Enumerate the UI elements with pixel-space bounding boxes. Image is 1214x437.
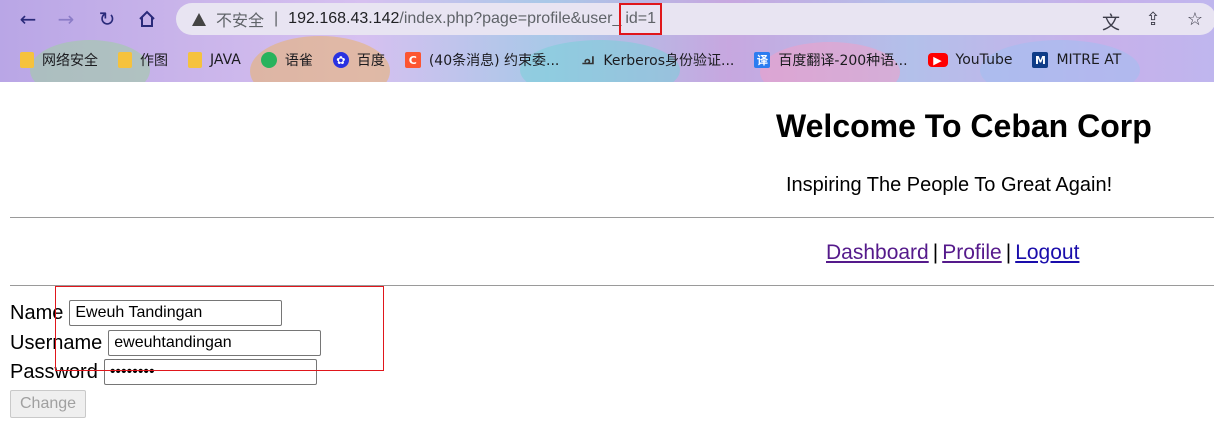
bookmark-item[interactable]: JAVA: [188, 52, 241, 68]
bookmark-item[interactable]: ▶ YouTube: [927, 52, 1013, 68]
omnibox-actions: 文 ⇪ ☆: [1100, 9, 1206, 35]
page-tagline: Inspiring The People To Great Again!: [786, 174, 1113, 196]
bookmarks-bar: 网络安全 作图 JAVA 语雀 ✿ 百度 C (40条消息) 约束委... ച …: [0, 44, 1214, 76]
back-button[interactable]: ←: [14, 5, 42, 33]
share-icon[interactable]: ⇪: [1142, 9, 1164, 35]
baidu-icon: ✿: [332, 52, 349, 68]
bookmark-item[interactable]: ച Kerberos身份验证...: [579, 50, 734, 70]
divider: [10, 285, 1214, 286]
change-button[interactable]: Change: [10, 390, 87, 418]
bookmark-item[interactable]: 网络安全: [20, 50, 98, 70]
username-row: Username: [10, 330, 322, 356]
mitre-icon: M: [1032, 52, 1049, 68]
star-icon[interactable]: ☆: [1184, 9, 1206, 35]
browser-chrome: ← → ↻ 不安全 | 192.168.43.142/index.php?pag…: [0, 0, 1214, 82]
omnibox-separator: |: [274, 10, 279, 27]
url-host: 192.168.43.142: [288, 10, 400, 27]
bookmark-label: 百度翻译-200种语...: [778, 53, 908, 69]
folder-icon: [20, 52, 34, 68]
bookmark-label: 语雀: [284, 53, 313, 69]
bookmark-label: MITRE AT: [1056, 52, 1122, 68]
username-field[interactable]: [108, 330, 322, 356]
forward-button[interactable]: →: [52, 5, 80, 33]
bookmark-label: YouTube: [955, 52, 1013, 68]
translate-icon: 译: [754, 52, 771, 68]
bookmark-item[interactable]: M MITRE AT: [1032, 52, 1121, 68]
home-button[interactable]: [133, 5, 161, 33]
warning-icon: [192, 12, 206, 26]
site-nav: Dashboard | Profile | Logout: [826, 241, 1079, 265]
dashboard-link[interactable]: Dashboard: [826, 241, 929, 264]
bookmark-label: 作图: [140, 53, 168, 69]
url-path: /index.php?page=profile&user_: [399, 10, 622, 27]
name-field[interactable]: [69, 300, 283, 326]
profile-link[interactable]: Profile: [942, 241, 1002, 264]
address-bar[interactable]: 不安全 | 192.168.43.142/index.php?page=prof…: [176, 3, 1214, 35]
reload-icon: ↻: [98, 7, 116, 31]
bookmark-label: 百度: [356, 53, 385, 69]
password-field[interactable]: [103, 359, 317, 385]
security-status[interactable]: 不安全: [216, 7, 264, 31]
arrow-right-icon: →: [57, 7, 75, 31]
bookmark-label: Kerberos身份验证...: [603, 53, 735, 69]
nav-separator: |: [932, 241, 939, 264]
kerberos-icon: ച: [581, 52, 594, 68]
username-label: Username: [10, 331, 103, 354]
bookmark-item[interactable]: C (40条消息) 约束委...: [404, 50, 560, 70]
folder-icon: [188, 52, 202, 68]
reload-button[interactable]: ↻: [93, 5, 121, 33]
bookmark-item[interactable]: ✿ 百度: [332, 50, 385, 70]
bookmark-item[interactable]: 作图: [118, 50, 168, 70]
bookmark-item[interactable]: 语雀: [260, 50, 313, 70]
bookmark-label: 网络安全: [42, 53, 98, 69]
name-row: Name: [10, 300, 283, 326]
url-text[interactable]: 192.168.43.142/index.php?page=profile&us…: [288, 10, 621, 28]
yuque-icon: [260, 52, 277, 68]
nav-separator: |: [1005, 241, 1012, 264]
bookmark-label: (40条消息) 约束委...: [428, 53, 560, 69]
password-row: Password: [10, 359, 317, 385]
bookmark-label: JAVA: [210, 52, 241, 68]
home-icon: [139, 10, 155, 27]
translate-icon[interactable]: 文: [1100, 9, 1122, 35]
folder-icon: [118, 52, 132, 68]
name-label: Name: [10, 301, 64, 324]
divider: [10, 217, 1214, 218]
csdn-icon: C: [404, 52, 421, 68]
arrow-left-icon: ←: [19, 7, 37, 31]
youtube-icon: ▶: [927, 53, 948, 67]
bookmark-item[interactable]: 译 百度翻译-200种语...: [754, 50, 908, 70]
url-highlighted-param[interactable]: id=1: [619, 3, 663, 35]
password-label: Password: [10, 360, 98, 383]
logout-link[interactable]: Logout: [1015, 241, 1079, 264]
page-title: Welcome To Ceban Corp: [776, 108, 1152, 144]
